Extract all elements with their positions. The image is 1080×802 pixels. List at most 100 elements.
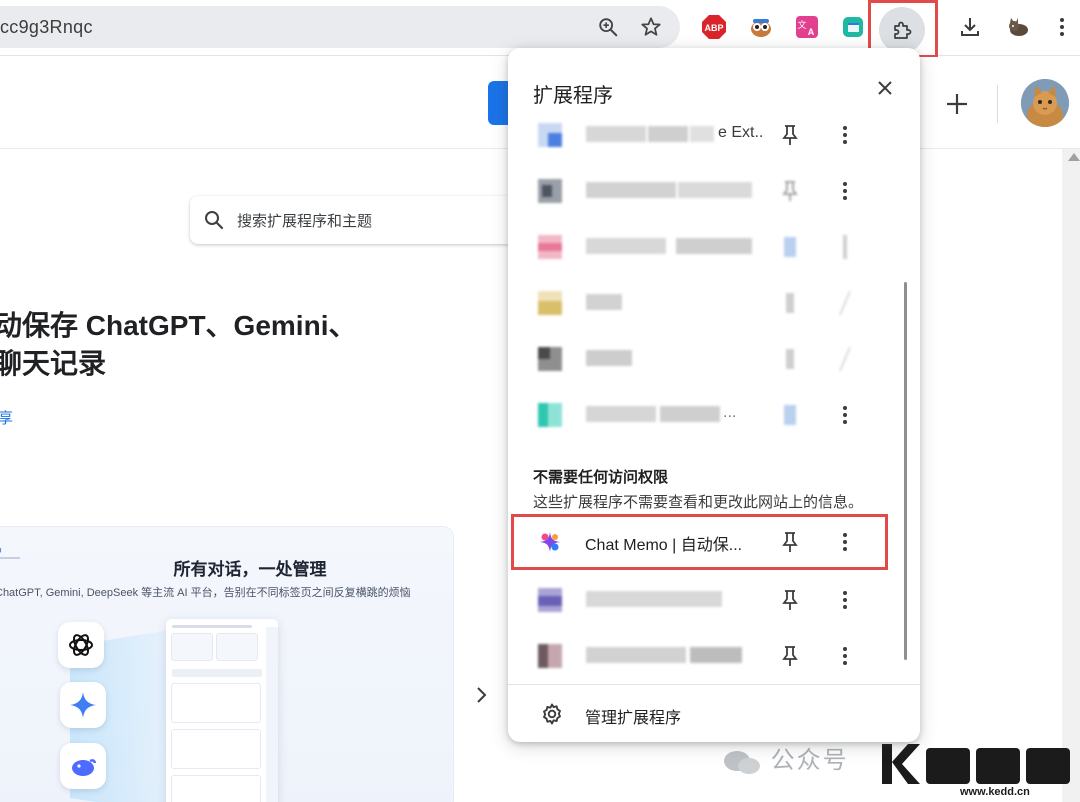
promo-title: 所有对话，一处管理 (173, 560, 327, 579)
adblock-extension-icon[interactable]: ABP (697, 10, 731, 44)
promo-subtitle: ChatGPT, Gemini, DeepSeek 等主流 AI 平台，告别在不… (0, 587, 411, 599)
more-options-icon[interactable] (833, 291, 857, 315)
kedd-logo-icon (882, 744, 1070, 784)
puzzle-icon (894, 21, 912, 39)
avatar[interactable] (1021, 79, 1069, 127)
share-link[interactable]: 享 (0, 407, 13, 428)
more-options-icon[interactable] (833, 403, 857, 427)
svg-text:ABP: ABP (704, 23, 723, 33)
promo-mock-sidebar (266, 627, 278, 802)
extensions-puzzle-button[interactable] (879, 7, 925, 53)
mock-card-3 (171, 775, 261, 802)
watermark-text: 公众号 (722, 740, 849, 776)
translate-extension-icon[interactable]: 文A (790, 10, 824, 44)
pin-icon[interactable] (778, 347, 802, 371)
close-icon[interactable] (872, 75, 898, 101)
extension-row[interactable] (508, 572, 908, 628)
sheet-extension-icon[interactable] (836, 10, 870, 44)
extension-name-blurred (586, 292, 626, 312)
watermark-url: www.kedd.cn (960, 786, 1030, 798)
manage-extensions-button[interactable]: 管理扩展程序 (508, 686, 920, 742)
extension-icon (538, 347, 562, 371)
mock-card-2 (171, 729, 261, 769)
extension-name-partial: ... (723, 404, 737, 421)
more-options-icon[interactable] (833, 588, 857, 612)
more-options-icon[interactable] (833, 179, 857, 203)
extension-row[interactable] (508, 331, 908, 387)
chat-memo-highlight-box (511, 514, 888, 570)
promo-banner: o 所有对话，一处管理 ChatGPT, Gemini, DeepSeek 等主… (0, 527, 453, 802)
extension-row[interactable] (508, 628, 908, 684)
gear-icon (540, 702, 564, 726)
extension-icon (538, 235, 562, 259)
mock-header (172, 625, 252, 628)
promo-logo: o (0, 545, 2, 556)
promo-logo-sub (0, 557, 20, 559)
more-options-icon[interactable] (833, 644, 857, 668)
extension-name-blurred (586, 589, 726, 609)
svg-text:A: A (808, 27, 815, 37)
popup-footer-divider (508, 684, 920, 685)
manage-extensions-label: 管理扩展程序 (585, 710, 682, 727)
extension-icon (538, 588, 562, 612)
address-bar[interactable]: cc9g3Rnqc (0, 6, 680, 48)
more-options-icon[interactable] (833, 235, 857, 259)
extension-name-blurred (586, 404, 726, 424)
extension-title-line1: 动保存 ChatGPT、Gemini、 (0, 310, 357, 341)
header-divider (997, 85, 998, 123)
extension-icon (538, 123, 562, 147)
no-access-description: 这些扩展程序不需要查看和更改此网站上的信息。 (533, 494, 864, 511)
profile-cat-icon[interactable] (1001, 10, 1035, 44)
extension-row[interactable] (508, 163, 908, 219)
chatgpt-icon (58, 622, 104, 668)
extension-row[interactable] (508, 275, 908, 331)
pin-icon[interactable] (778, 588, 802, 612)
extension-row[interactable]: ... (508, 387, 908, 443)
extension-icon (538, 403, 562, 427)
owl-extension-icon[interactable] (744, 10, 778, 44)
pin-icon[interactable] (778, 644, 802, 668)
download-icon[interactable] (953, 10, 987, 44)
extension-name-blurred (586, 348, 636, 368)
gemini-icon (60, 682, 106, 728)
extension-title: 动保存 ChatGPT、Gemini、 ‌聊天记录 (0, 307, 514, 383)
wechat-icon (724, 750, 760, 774)
more-options-icon[interactable] (833, 123, 857, 147)
extension-icon (538, 291, 562, 315)
extension-row[interactable]: e Ext.. (508, 107, 908, 163)
mock-stat-2 (216, 633, 258, 661)
search-placeholder: 搜索扩展程序和主题 (237, 213, 373, 230)
extension-name-blurred (586, 180, 756, 200)
bookmark-star-icon[interactable] (639, 15, 663, 39)
extensions-popup: 扩展程序 e Ext.. ... 不需要任何访问权限 这些扩展程序不需要查看和更… (508, 48, 920, 742)
more-options-icon[interactable] (833, 347, 857, 371)
pin-icon[interactable] (778, 123, 802, 147)
extension-title-line2: ‌聊天记录 (0, 348, 107, 379)
zoom-icon[interactable] (596, 15, 620, 39)
extension-name-blurred (586, 236, 756, 256)
pin-icon[interactable] (778, 291, 802, 315)
watermark-label: 公众号 (770, 747, 849, 774)
search-icon (202, 208, 226, 232)
mock-stat-1 (171, 633, 213, 661)
promo-app-mockup (166, 619, 278, 802)
extension-row[interactable] (508, 219, 908, 275)
extension-name-partial: e Ext.. (718, 124, 764, 141)
popup-title: 扩展程序 (533, 85, 613, 107)
pin-icon[interactable] (778, 403, 802, 427)
scroll-up-arrow-icon[interactable] (1068, 153, 1080, 161)
pin-icon[interactable] (778, 179, 802, 203)
browser-menu-icon[interactable] (1045, 10, 1079, 44)
no-access-heading: 不需要任何访问权限 (533, 469, 669, 486)
svg-text:文: 文 (797, 19, 806, 31)
address-url[interactable]: cc9g3Rnqc (0, 17, 93, 38)
pin-icon[interactable] (778, 235, 802, 259)
extension-name-blurred (586, 645, 746, 665)
carousel-next-icon[interactable] (470, 684, 492, 706)
extension-icon (538, 644, 562, 668)
add-icon[interactable] (940, 87, 974, 121)
store-search-input[interactable]: 搜索扩展程序和主题 (190, 196, 520, 244)
page-scrollbar[interactable] (1062, 149, 1080, 802)
extension-icon (538, 179, 562, 203)
mock-search (172, 669, 262, 677)
